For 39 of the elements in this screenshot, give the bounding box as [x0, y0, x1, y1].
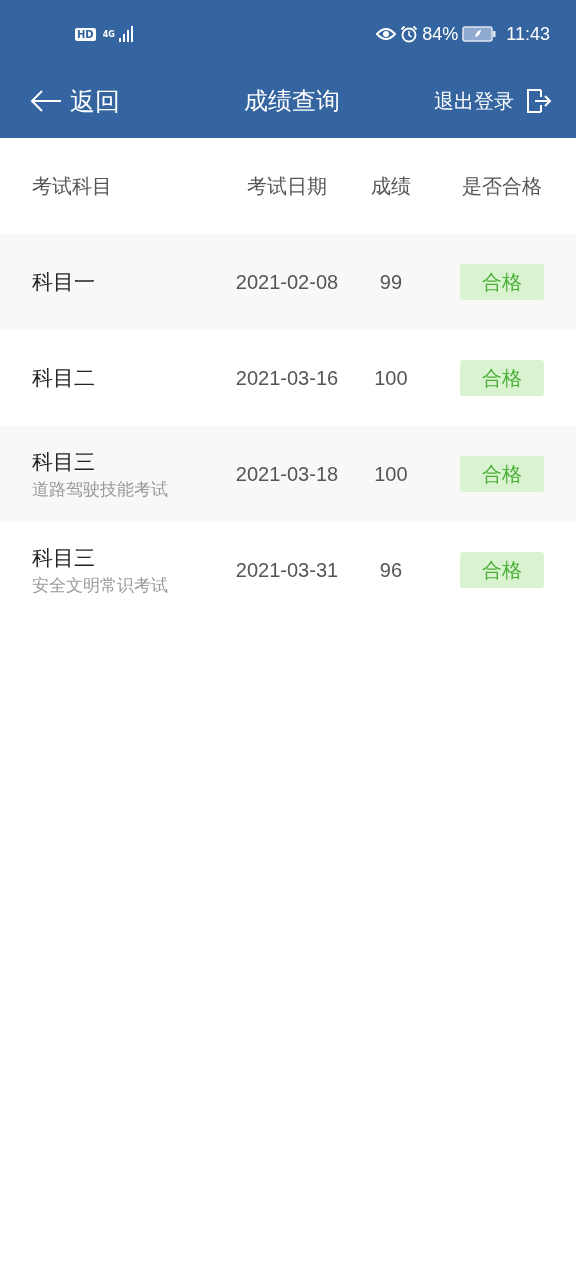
- back-button[interactable]: 返回: [30, 84, 120, 118]
- clock-time: 11:43: [506, 23, 550, 45]
- page-title: 成绩查询: [244, 86, 340, 117]
- hd-badge: HD: [75, 27, 96, 41]
- subject-text: 科目三: [32, 448, 96, 476]
- subject-text: 科目三: [32, 544, 96, 572]
- score-value: 96: [378, 558, 403, 582]
- network-label: 4G: [102, 29, 115, 39]
- exam-date: 2021-03-16: [234, 366, 340, 390]
- result-badge: 合格: [460, 264, 545, 300]
- subject-text: 科目一: [32, 269, 96, 296]
- score-value: 100: [373, 366, 409, 390]
- column-header: 考试日期: [246, 172, 328, 200]
- result-badge: 合格: [460, 552, 545, 588]
- score-value: 99: [378, 270, 403, 294]
- column-header: 考试科目: [31, 172, 113, 200]
- subject-text: 科目二: [32, 365, 96, 392]
- alarm-icon: [400, 25, 419, 43]
- battery-icon: [462, 26, 497, 42]
- table-row[interactable]: 科目三 道路驾驶技能考试 2021-03-18 100 合格: [0, 426, 576, 522]
- subject-detail: 道路驾驶技能考试: [32, 477, 169, 501]
- exam-date: 2021-03-18: [234, 462, 340, 486]
- battery-percent: 84%: [422, 23, 459, 45]
- score-value: 100: [373, 462, 409, 486]
- table-row[interactable]: 科目三 安全文明常识考试 2021-03-31 96 合格: [0, 522, 576, 618]
- result-badge: 合格: [460, 360, 545, 396]
- column-header: 是否合格: [461, 172, 544, 200]
- signal-icon: [118, 26, 133, 42]
- logout-button[interactable]: 退出登录: [434, 87, 552, 115]
- result-badge: 合格: [460, 456, 545, 492]
- exam-date: 2021-02-08: [234, 270, 340, 294]
- subject-detail: 安全文明常识考试: [32, 573, 169, 597]
- table-row[interactable]: 科目一 2021-02-08 99 合格: [0, 234, 576, 330]
- column-header: 成绩: [369, 172, 412, 200]
- exam-date: 2021-03-31: [234, 558, 340, 582]
- back-arrow-icon: [30, 89, 62, 113]
- table-row[interactable]: 科目二 2021-03-16 100 合格: [0, 330, 576, 426]
- eye-icon: [376, 27, 397, 41]
- logout-icon: [526, 88, 552, 114]
